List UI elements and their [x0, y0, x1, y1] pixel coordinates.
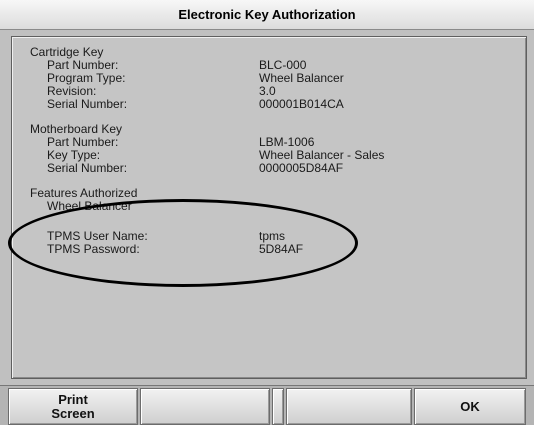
window-title: Electronic Key Authorization: [0, 0, 534, 30]
tpms-password-label: TPMS Password:: [47, 242, 140, 256]
softkey-2-button[interactable]: [140, 388, 270, 425]
ok-button[interactable]: OK: [414, 388, 526, 425]
cartridge-serial-number-label: Serial Number:: [47, 97, 128, 111]
softkey-4-button[interactable]: [286, 388, 412, 425]
print-screen-button[interactable]: Print Screen: [8, 388, 138, 425]
feature-wheel-balancer: Wheel Balancer: [47, 199, 132, 213]
cartridge-serial-number-value: 000001B014CA: [259, 97, 344, 111]
softkey-3-button[interactable]: [272, 388, 284, 425]
key-info-panel: Cartridge Key Part Number: BLC-000 Progr…: [11, 36, 527, 379]
print-screen-label-line1: Print: [58, 391, 88, 407]
print-screen-label-line2: Screen: [51, 405, 95, 421]
motherboard-serial-number-value: 0000005D84AF: [259, 161, 344, 175]
tpms-password-value: 5D84AF: [259, 242, 304, 256]
motherboard-serial-number-label: Serial Number:: [47, 161, 128, 175]
